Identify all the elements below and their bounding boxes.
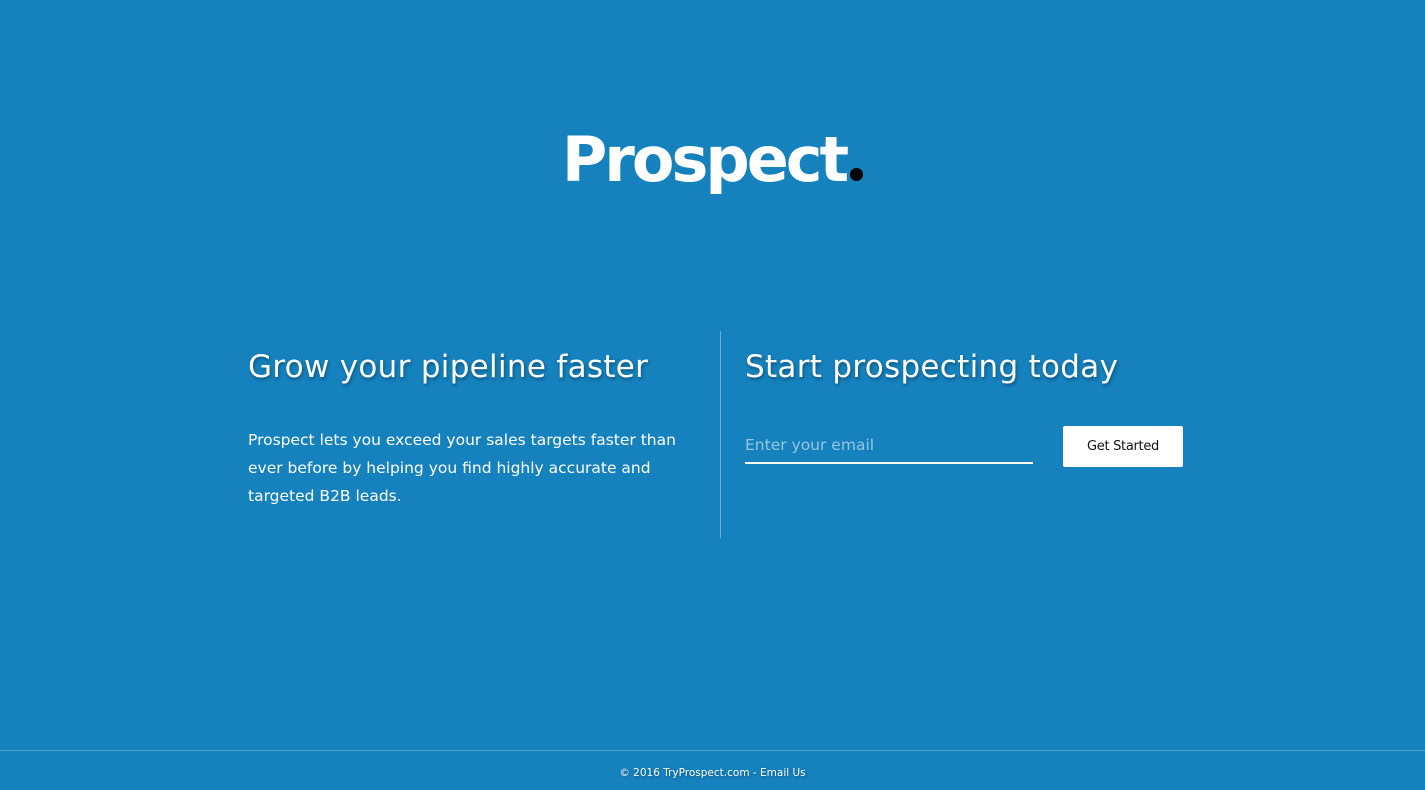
footer-separator: - [749,767,761,779]
signup-form: Get Started [745,426,1185,468]
landing-page: Prospect Grow your pipeline faster Prosp… [0,0,1425,790]
value-proposition: Grow your pipeline faster Prospect lets … [248,340,688,510]
left-headline: Grow your pipeline faster [248,349,649,385]
footer: © 2016 TryProspect.com - Email Us [0,750,1425,790]
product-description: Prospect lets you exceed your sales targ… [248,431,676,505]
get-started-button[interactable]: Get Started [1063,426,1183,467]
signup-section: Start prospecting today Get Started [745,340,1185,467]
email-input[interactable] [745,428,1033,464]
logo: Prospect [0,122,1425,198]
copyright-text: © 2016 TryProspect.com [619,767,750,779]
logo-dot [850,168,864,181]
right-headline: Start prospecting today [745,349,1119,385]
email-us-link[interactable]: Email Us [760,767,806,779]
column-divider [720,331,721,538]
logo-wordmark: Prospect [561,123,849,196]
logo-text: Prospect [561,122,864,198]
